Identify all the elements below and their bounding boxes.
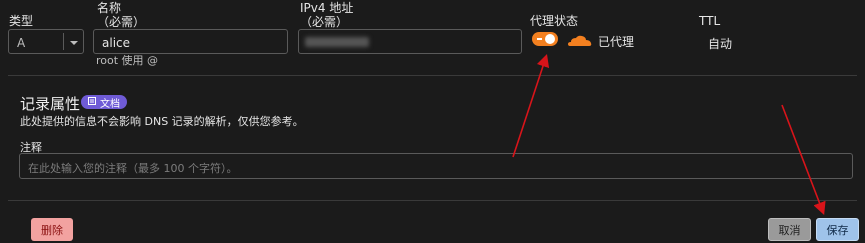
ipv4-label: IPv4 地址	[300, 1, 354, 15]
arrow-to-proxy-toggle	[512, 53, 550, 158]
type-select-value: A	[17, 36, 26, 50]
record-attributes-title: 记录属性	[20, 95, 81, 113]
name-input-value: alice	[102, 36, 131, 50]
name-required-label: （必需）	[97, 15, 146, 29]
proxy-status-label: 代理状态	[530, 14, 579, 28]
chevron-down-icon[interactable]	[68, 37, 80, 47]
select-divider	[63, 33, 64, 50]
name-hint: root 使用 @	[96, 54, 159, 67]
type-label: 类型	[9, 14, 34, 28]
document-icon	[88, 96, 96, 108]
toggle-on-mark	[537, 38, 542, 40]
ipv4-required-label: （必需）	[300, 15, 349, 29]
type-select[interactable]: A	[8, 29, 84, 54]
cancel-button[interactable]: 取消	[768, 218, 811, 241]
footer-divider	[8, 200, 857, 201]
name-input[interactable]: alice	[93, 29, 288, 54]
ttl-value: 自动	[708, 37, 733, 51]
name-label: 名称	[97, 1, 122, 15]
toggle-knob	[545, 34, 555, 44]
delete-button[interactable]: 删除	[31, 218, 73, 241]
proxy-status-text: 已代理	[598, 35, 635, 49]
section-divider	[8, 75, 857, 76]
docs-badge-label: 文档	[100, 98, 120, 110]
comment-input[interactable]: 在此处输入您的注释（最多 100 个字符）。	[19, 153, 853, 179]
ipv4-input[interactable]	[298, 29, 522, 54]
cloud-icon	[567, 34, 593, 48]
ttl-label: TTL	[699, 14, 721, 28]
comment-placeholder: 在此处输入您的注释（最多 100 个字符）。	[28, 162, 238, 175]
record-attributes-description: 此处提供的信息不会影响 DNS 记录的解析，仅供您参考。	[20, 115, 304, 128]
save-button[interactable]: 保存	[816, 218, 859, 241]
docs-badge[interactable]: 文档	[81, 95, 127, 110]
proxy-toggle[interactable]	[532, 32, 558, 46]
ipv4-redacted-value	[305, 37, 369, 47]
